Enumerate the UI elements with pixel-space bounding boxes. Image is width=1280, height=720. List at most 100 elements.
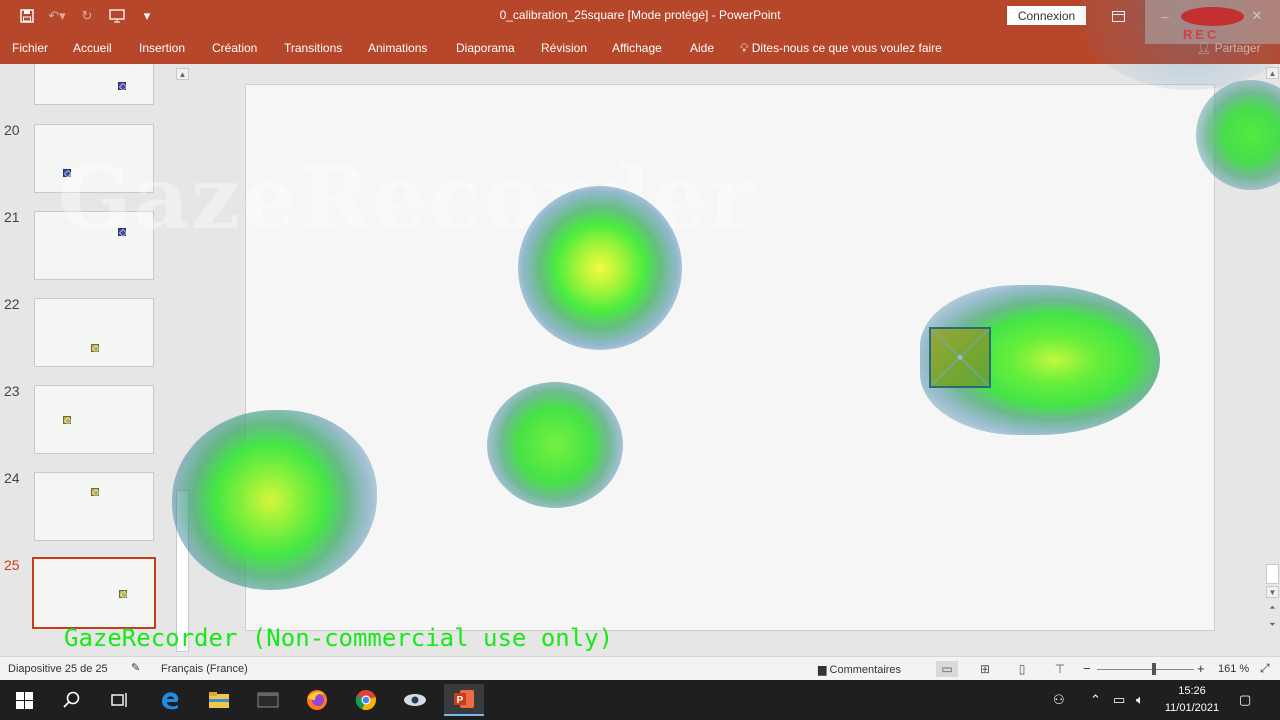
firefox-icon[interactable]: [297, 684, 337, 716]
tab-insertion[interactable]: Insertion: [139, 41, 185, 55]
slide-editor: [195, 64, 1262, 656]
edge-browser-icon[interactable]: [150, 684, 190, 716]
slide-number: 20: [4, 122, 20, 138]
tab-accueil[interactable]: Accueil: [73, 41, 112, 55]
slide-number: 23: [4, 383, 20, 399]
tab-aide[interactable]: Aide: [690, 41, 714, 55]
next-slide-icon[interactable]: ⏷: [1266, 619, 1279, 631]
slide-number: 22: [4, 296, 20, 312]
slide-number: 24: [4, 470, 20, 486]
slide-thumbnail-selected[interactable]: [32, 557, 156, 629]
marker-square-icon: [118, 82, 126, 90]
start-icon[interactable]: [4, 684, 44, 716]
customize-toolbar-icon[interactable]: ▾: [134, 6, 160, 26]
normal-view-icon[interactable]: ▭: [936, 661, 958, 677]
slide-thumbnail[interactable]: [34, 385, 154, 454]
slide-number-selected: 25: [4, 557, 20, 573]
scroll-thumb[interactable]: [1266, 564, 1279, 584]
tab-revision[interactable]: Révision: [541, 41, 587, 55]
title-bar: ↶▾ ↻ ▾ 0_calibration_25square [Mode prot…: [0, 0, 1280, 32]
zoom-slider-thumb[interactable]: [1152, 663, 1156, 675]
file-explorer-icon[interactable]: [199, 684, 239, 716]
marker-square-icon: [63, 169, 71, 177]
previous-slide-icon[interactable]: ⏶: [1266, 602, 1279, 614]
language-indicator[interactable]: Français (France): [161, 663, 248, 675]
search-icon[interactable]: [52, 684, 92, 716]
task-view-icon[interactable]: [100, 684, 140, 716]
slide-thumbnail[interactable]: [34, 472, 154, 541]
tell-me-search[interactable]: 💡︎ Dites-nous ce que vous voulez faire: [740, 41, 942, 56]
marker-square-icon: [63, 416, 71, 424]
restore-icon[interactable]: ❐: [1194, 6, 1228, 26]
person-icon: 👤︎: [1196, 41, 1212, 55]
clock-time: 15:26: [1178, 685, 1206, 697]
tab-diaporama[interactable]: Diaporama: [456, 41, 515, 55]
share-label: Partager: [1214, 41, 1261, 55]
comment-icon: ▆: [818, 664, 827, 676]
start-slideshow-icon[interactable]: [104, 6, 130, 26]
gazerecorder-app-icon[interactable]: [395, 684, 435, 716]
scroll-thumb[interactable]: [176, 490, 189, 652]
window-title: 0_calibration_25square [Mode protégé] - …: [499, 8, 781, 22]
ribbon-display-options-icon[interactable]: [1101, 6, 1135, 26]
tab-transitions[interactable]: Transitions: [284, 41, 342, 55]
share-button[interactable]: 👤︎ Partager: [1196, 41, 1261, 55]
redo-icon[interactable]: ↻: [74, 6, 100, 26]
zoom-slider[interactable]: [1097, 669, 1194, 670]
zoom-in-icon[interactable]: +: [1197, 661, 1205, 676]
tab-creation[interactable]: Création: [212, 41, 257, 55]
zoom-level[interactable]: 161 %: [1218, 663, 1249, 675]
scroll-down-icon[interactable]: ▼: [1266, 586, 1279, 598]
people-icon[interactable]: ⚇: [1053, 692, 1065, 708]
marker-square-icon: [91, 344, 99, 352]
slide-sorter-view-icon[interactable]: ⊞: [974, 661, 996, 677]
notifications-icon[interactable]: ▢: [1239, 692, 1251, 708]
powerpoint-window: ↶▾ ↻ ▾ 0_calibration_25square [Mode prot…: [0, 0, 1280, 720]
system-clock[interactable]: 15:26 11/01/2021: [1160, 683, 1224, 717]
reading-view-icon[interactable]: ▯: [1011, 661, 1033, 677]
fit-to-window-icon[interactable]: ⤢: [1260, 661, 1270, 676]
powerpoint-taskbar-icon[interactable]: P: [444, 684, 484, 716]
ribbon-tabs: Fichier Accueil Insertion Création Trans…: [0, 32, 1280, 64]
thumbnails-scrollbar[interactable]: ▲: [176, 68, 189, 652]
quick-access-toolbar: ↶▾ ↻ ▾: [14, 6, 160, 26]
tab-fichier[interactable]: Fichier: [12, 41, 48, 55]
status-bar: Diapositive 25 de 25 ✎ Français (France)…: [0, 656, 1280, 680]
slideshow-view-icon[interactable]: ⊤: [1049, 661, 1071, 677]
volume-icon[interactable]: 🔈︎: [1136, 692, 1144, 708]
slide-thumbnail[interactable]: [34, 64, 154, 105]
proofing-icon[interactable]: ✎: [131, 661, 140, 674]
marker-square-icon: [91, 488, 99, 496]
close-icon[interactable]: ✕: [1240, 6, 1274, 26]
zoom-out-icon[interactable]: −: [1083, 661, 1091, 676]
current-slide[interactable]: [245, 84, 1215, 631]
comments-label: Commentaires: [829, 664, 902, 676]
slide-thumbnail[interactable]: [34, 211, 154, 280]
comments-button[interactable]: ▆ Commentaires: [818, 663, 901, 676]
terminal-icon[interactable]: [248, 684, 288, 716]
tab-affichage[interactable]: Affichage: [612, 41, 662, 55]
slide-thumbnails-pane: 20 21 22 23 24 25 ▲: [0, 64, 195, 656]
show-hidden-icons-icon[interactable]: ⌃: [1090, 692, 1101, 708]
marker-square-icon: [118, 228, 126, 236]
scroll-up-icon[interactable]: ▲: [1266, 67, 1279, 79]
tell-me-label: Dites-nous ce que vous voulez faire: [751, 41, 942, 55]
scroll-up-icon[interactable]: ▲: [176, 68, 189, 80]
slide-thumbnail[interactable]: [34, 124, 154, 193]
marker-square-icon: [119, 590, 127, 598]
slide-counter: Diapositive 25 de 25: [8, 663, 108, 675]
svg-text:P: P: [457, 695, 464, 706]
save-icon[interactable]: [14, 6, 40, 26]
clock-date: 11/01/2021: [1164, 702, 1220, 714]
windows-taskbar: P ⚇ ⌃ ▭ 🔈︎ 15:26 11/01/2021 ▢: [0, 680, 1280, 720]
tab-animations[interactable]: Animations: [368, 41, 427, 55]
undo-icon[interactable]: ↶▾: [44, 6, 70, 26]
workspace: 20 21 22 23 24 25 ▲ ▲ ▼ ⏶ ⏷: [0, 64, 1280, 656]
chrome-icon[interactable]: [346, 684, 386, 716]
minimize-icon[interactable]: –: [1148, 6, 1182, 26]
slide-thumbnail[interactable]: [34, 298, 154, 367]
lightbulb-icon: 💡︎: [740, 41, 749, 55]
network-icon[interactable]: ▭: [1113, 692, 1125, 708]
editor-scrollbar[interactable]: ▲ ▼ ⏶ ⏷: [1264, 64, 1280, 656]
sign-in-button[interactable]: Connexion: [1007, 6, 1086, 25]
